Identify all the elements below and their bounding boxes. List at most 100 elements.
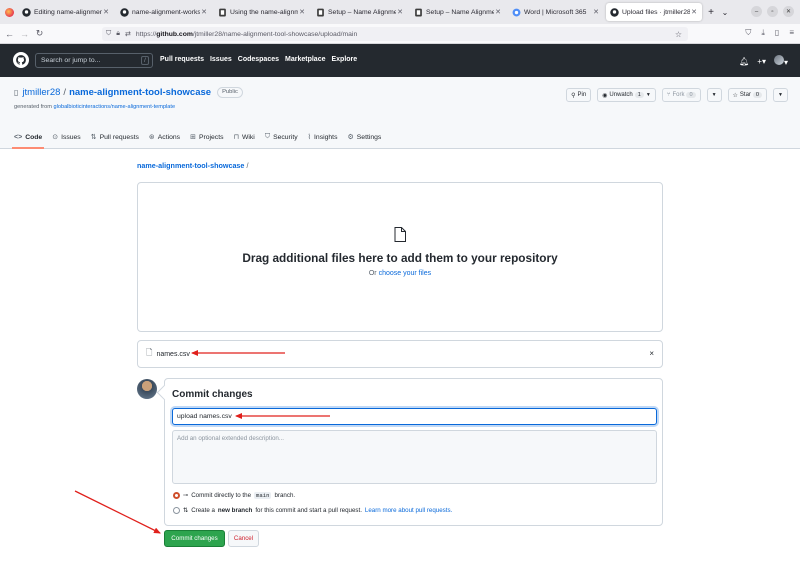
close-tab-icon[interactable]: ✕ [690, 8, 698, 16]
search-shortcut-key: / [141, 56, 149, 65]
fork-dropdown-button[interactable]: ▼ [706, 88, 722, 102]
pin-button[interactable]: ⚲ Pin [566, 88, 592, 102]
star-icon: ☆ [732, 92, 738, 99]
pull-request-icon: ⇅ [183, 507, 189, 514]
browser-tab[interactable]: Setup – Name Alignmer ✕ [410, 3, 506, 21]
create-new-plus-icon[interactable]: +▾ [757, 57, 766, 66]
choose-files-link[interactable]: choose your files [379, 270, 432, 277]
forward-arrow-icon[interactable]: → [17, 29, 32, 39]
search-placeholder: Search or jump to... [41, 57, 101, 64]
browser-tab[interactable]: Setup – Name Alignment ✕ [312, 3, 408, 21]
radio-unselected[interactable] [173, 507, 180, 514]
drop-or-text: Or [368, 270, 377, 277]
close-tab-icon[interactable]: ✕ [592, 8, 600, 16]
commit-summary-input[interactable] [172, 408, 657, 425]
page-icon [218, 8, 227, 17]
close-window-icon[interactable]: ✕ [783, 6, 794, 17]
close-tab-icon[interactable]: ✕ [494, 8, 502, 16]
search-input[interactable]: Search or jump to... / [35, 53, 153, 68]
tab-security[interactable]: ⛉ Security [265, 127, 298, 147]
download-icon[interactable]: ⤓ [761, 28, 765, 38]
commit-changes-button[interactable]: Commit changes [164, 530, 225, 547]
github-icon [610, 7, 619, 17]
fork-button[interactable]: ⑂ Fork 0 [661, 88, 701, 102]
nav-issues[interactable]: Issues [210, 56, 232, 63]
issue-icon: ⊙ [52, 134, 59, 141]
browser-tab-title: Editing name-alignment-w [34, 8, 102, 16]
permissions-icon[interactable]: ⇄ [125, 30, 131, 38]
close-tab-icon[interactable]: ✕ [396, 8, 404, 16]
breadcrumb-repo-link[interactable]: name-alignment-tool-showcase [137, 161, 244, 170]
tab-issues[interactable]: ⊙ Issues [52, 127, 81, 147]
file-icon: 🗋︎ [146, 348, 153, 357]
commit-icon: ⊸ [183, 492, 189, 499]
repo-owner-link[interactable]: jtmiller28 [22, 87, 60, 98]
graph-icon: ⌇ [307, 134, 312, 141]
learn-more-link[interactable]: Learn more about pull requests. [365, 507, 452, 514]
user-avatar-menu[interactable]: ▾ [773, 55, 788, 67]
github-logo-icon[interactable] [13, 52, 29, 68]
maximize-icon[interactable]: ▫ [767, 6, 778, 17]
browser-tab[interactable]: Editing name-alignment-w ✕ [18, 3, 114, 21]
browser-toolbar: ← → ↻ ⛉ 🔒︎ ⇄ https://github.com/jtmiller… [0, 24, 800, 44]
cancel-button[interactable]: Cancel [228, 530, 259, 547]
unwatch-button[interactable]: ◉ Unwatch 1 ▼ [597, 88, 656, 102]
tab-pull-requests[interactable]: ⇅ Pull requests [91, 127, 139, 147]
lock-icon[interactable]: 🔒︎ [116, 30, 120, 38]
star-dropdown-button[interactable]: ▼ [773, 88, 788, 102]
commit-form: Commit changes ⊸ Commit directly to the … [164, 378, 663, 526]
browser-tab-title: Setup – Name Alignmer [426, 8, 494, 16]
notification-bell-icon[interactable]: 🔔︎ [739, 57, 749, 66]
shield-icon[interactable]: ⛉ [106, 30, 111, 38]
url-host: github.com [156, 30, 193, 38]
book-icon: ⊓ [233, 134, 239, 141]
browser-tab-active[interactable]: Upload files · jtmiller28/ ✕ [606, 3, 702, 21]
page-icon [414, 8, 423, 17]
repo-icon: ▯ [14, 88, 19, 97]
nav-marketplace[interactable]: Marketplace [285, 56, 325, 63]
tab-insights[interactable]: ⌇ Insights [308, 127, 338, 147]
browser-actions: ⛉ ⤓ ▯ ≡ [745, 28, 794, 38]
star-button[interactable]: ☆ Star 0 [727, 88, 768, 102]
file-drop-zone[interactable]: Drag additional files here to add them t… [137, 182, 663, 332]
commit-direct-option[interactable]: ⊸ Commit directly to the main branch. [173, 492, 295, 499]
menu-icon[interactable]: ≡ [789, 28, 794, 38]
code-icon: <> [14, 133, 23, 141]
nav-codespaces[interactable]: Codespaces [238, 56, 279, 63]
tab-label: Code [25, 133, 43, 141]
browser-tab[interactable]: name-alignment-worksho ✕ [116, 3, 212, 21]
reload-icon[interactable]: ↻ [32, 28, 47, 39]
remove-file-icon[interactable]: × [649, 349, 654, 358]
unwatch-label: Unwatch [609, 92, 633, 98]
tab-projects[interactable]: ⊞ Projects [190, 127, 223, 147]
pocket-icon[interactable]: ⛉ [745, 28, 751, 38]
tab-settings[interactable]: ⚙ Settings [347, 127, 381, 147]
minimize-icon[interactable]: – [751, 6, 762, 17]
github-header: Search or jump to... / Pull requests Iss… [0, 44, 800, 77]
repo-name-link[interactable]: name-alignment-tool-showcase [69, 87, 211, 98]
tab-actions[interactable]: ⊛ Actions [149, 127, 180, 147]
url-bar[interactable]: ⛉ 🔒︎ ⇄ https://github.com/jtmiller28/nam… [102, 27, 688, 41]
template-repo-link[interactable]: globalbioticinteractions/name-alignment-… [54, 104, 176, 110]
close-tab-icon[interactable]: ✕ [102, 8, 110, 16]
radio-selected[interactable] [173, 492, 180, 499]
extensions-icon[interactable]: ▯ [775, 28, 779, 38]
eye-icon: ◉ [602, 92, 608, 99]
bookmark-star-icon[interactable]: ☆ [675, 30, 682, 39]
commit-new-branch-option[interactable]: ⇅ Create a new branch for this commit an… [173, 507, 452, 514]
github-icon [120, 7, 129, 17]
back-arrow-icon[interactable]: ← [2, 29, 17, 39]
new-tab-icon[interactable]: + [704, 7, 718, 18]
commit-description-input[interactable] [172, 430, 657, 484]
browser-tab[interactable]: Word | Microsoft 365 ✕ [508, 3, 604, 21]
list-tabs-icon[interactable]: ⌄ [718, 8, 732, 17]
close-tab-icon[interactable]: ✕ [298, 8, 306, 16]
browser-tab[interactable]: Using the name-alignmer ✕ [214, 3, 310, 21]
page-icon [316, 8, 325, 17]
nav-explore[interactable]: Explore [331, 56, 357, 63]
browser-tab-title: Setup – Name Alignment [328, 8, 396, 16]
nav-pull-requests[interactable]: Pull requests [160, 56, 204, 63]
tab-code[interactable]: <> Code [11, 127, 45, 149]
close-tab-icon[interactable]: ✕ [200, 8, 208, 16]
tab-wiki[interactable]: ⊓ Wiki [234, 127, 255, 147]
